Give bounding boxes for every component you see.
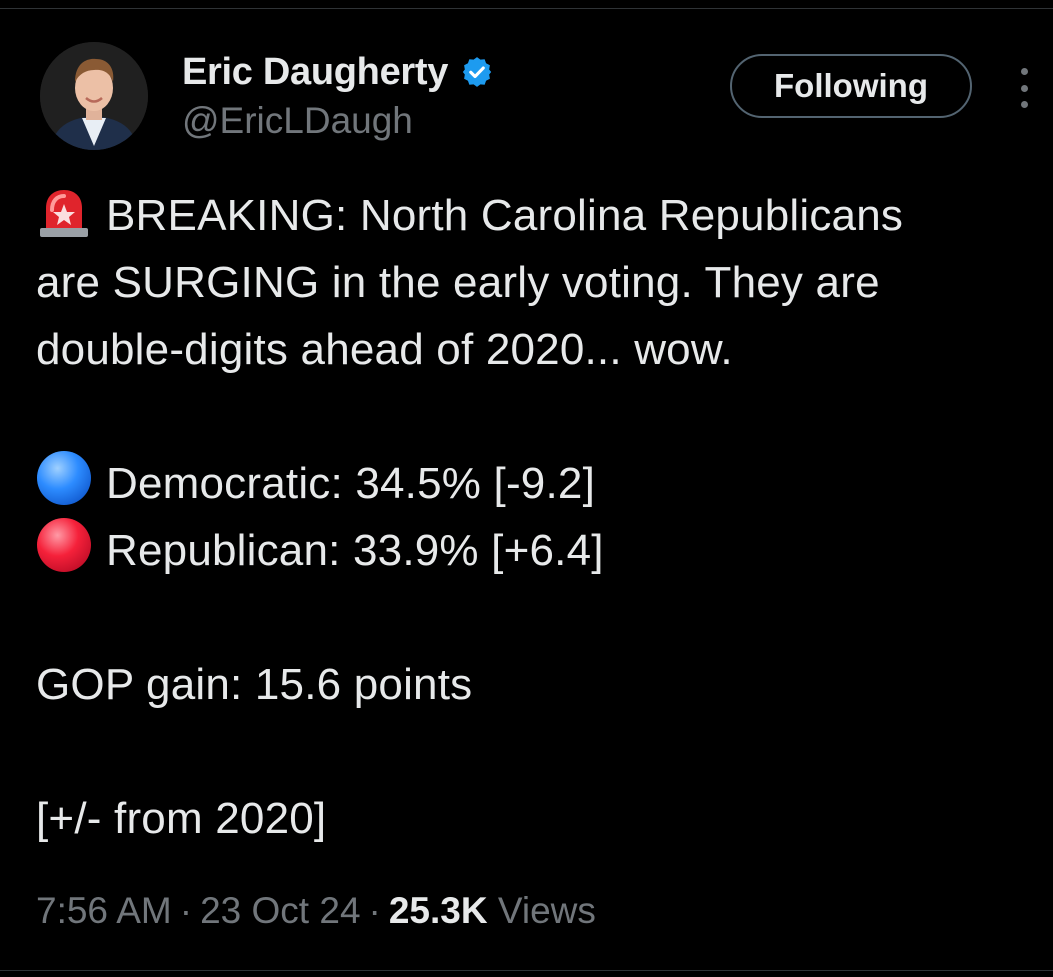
top-divider <box>0 8 1053 9</box>
tweet-text-line-1: BREAKING: North Carolina Republicans <box>106 191 904 240</box>
tweet-line-1: BREAKING: North Carolina Republicans <box>36 182 1036 249</box>
avatar[interactable] <box>40 42 148 150</box>
more-vertical-icon[interactable] <box>1012 68 1036 108</box>
tweet-body: BREAKING: North Carolina Republicans are… <box>36 182 1036 852</box>
display-name[interactable]: Eric Daugherty <box>182 51 448 94</box>
author-names: Eric Daugherty @EricLDaugh <box>182 46 494 142</box>
tweet-text-line-2: are SURGING in the early voting. They ar… <box>36 258 880 307</box>
dem-text: Democratic: 34.5% [-9.2] <box>106 459 595 508</box>
red-circle-icon <box>36 517 92 592</box>
separator: · <box>368 890 381 931</box>
handle[interactable]: @EricLDaugh <box>182 100 494 142</box>
timestamp-time[interactable]: 7:56 AM <box>36 890 172 931</box>
bottom-divider <box>0 970 1053 971</box>
separator: · <box>179 890 193 931</box>
dem-line: Democratic: 34.5% [-9.2] <box>36 450 1036 517</box>
tweet-text-line-3: double-digits ahead of 2020... wow. <box>36 325 733 374</box>
note-line: [+/- from 2020] <box>36 794 327 843</box>
display-name-row: Eric Daugherty <box>182 46 494 98</box>
views-label: Views <box>497 890 596 931</box>
verified-badge-icon[interactable] <box>460 55 494 89</box>
gop-gain-line: GOP gain: 15.6 points <box>36 660 473 709</box>
views-count[interactable]: 25.3K <box>389 890 488 931</box>
following-button[interactable]: Following <box>730 54 972 118</box>
tweet-meta: 7:56 AM · 23 Oct 24 · 25.3K Views <box>36 890 596 932</box>
blue-circle-icon <box>36 450 92 525</box>
tweet-header: Eric Daugherty @EricLDaugh Following <box>40 42 1030 162</box>
rep-text: Republican: 33.9% [+6.4] <box>106 526 604 575</box>
rotating-light-icon <box>36 188 92 257</box>
timestamp-date[interactable]: 23 Oct 24 <box>200 890 360 931</box>
rep-line: Republican: 33.9% [+6.4] <box>36 517 1036 584</box>
